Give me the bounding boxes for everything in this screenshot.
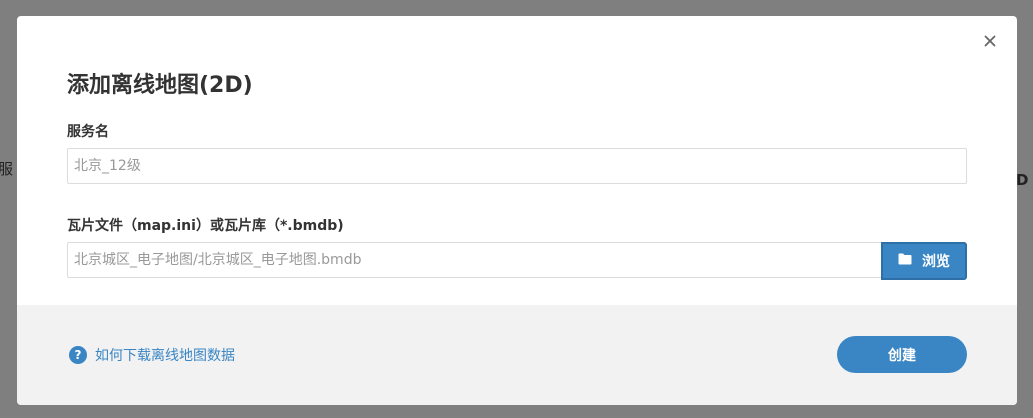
browse-button-label: 浏览 (922, 254, 950, 270)
background-text-fragment: 服 (0, 160, 14, 178)
background-text-fragment: D (1016, 171, 1029, 189)
tile-file-input[interactable] (67, 242, 881, 278)
create-button[interactable]: 创建 (837, 336, 967, 373)
browse-button[interactable]: 浏览 (881, 242, 967, 280)
dialog-title: 添加离线地图(2D) (67, 73, 253, 98)
tile-file-label: 瓦片文件（map.ini）或瓦片库（*.bmdb) (67, 218, 344, 234)
help-link[interactable]: ? 如何下载离线地图数据 (69, 345, 235, 365)
folder-icon (898, 253, 912, 269)
question-circle-icon: ? (69, 346, 87, 364)
help-link-label: 如何下载离线地图数据 (95, 348, 235, 364)
service-name-label: 服务名 (67, 124, 109, 140)
service-name-input[interactable] (67, 148, 967, 184)
dialog-footer: ? 如何下载离线地图数据 创建 (17, 305, 1017, 405)
add-offline-map-dialog: 添加离线地图(2D) 服务名 瓦片文件（map.ini）或瓦片库（*.bmdb)… (17, 16, 1017, 405)
close-icon[interactable] (982, 33, 998, 49)
